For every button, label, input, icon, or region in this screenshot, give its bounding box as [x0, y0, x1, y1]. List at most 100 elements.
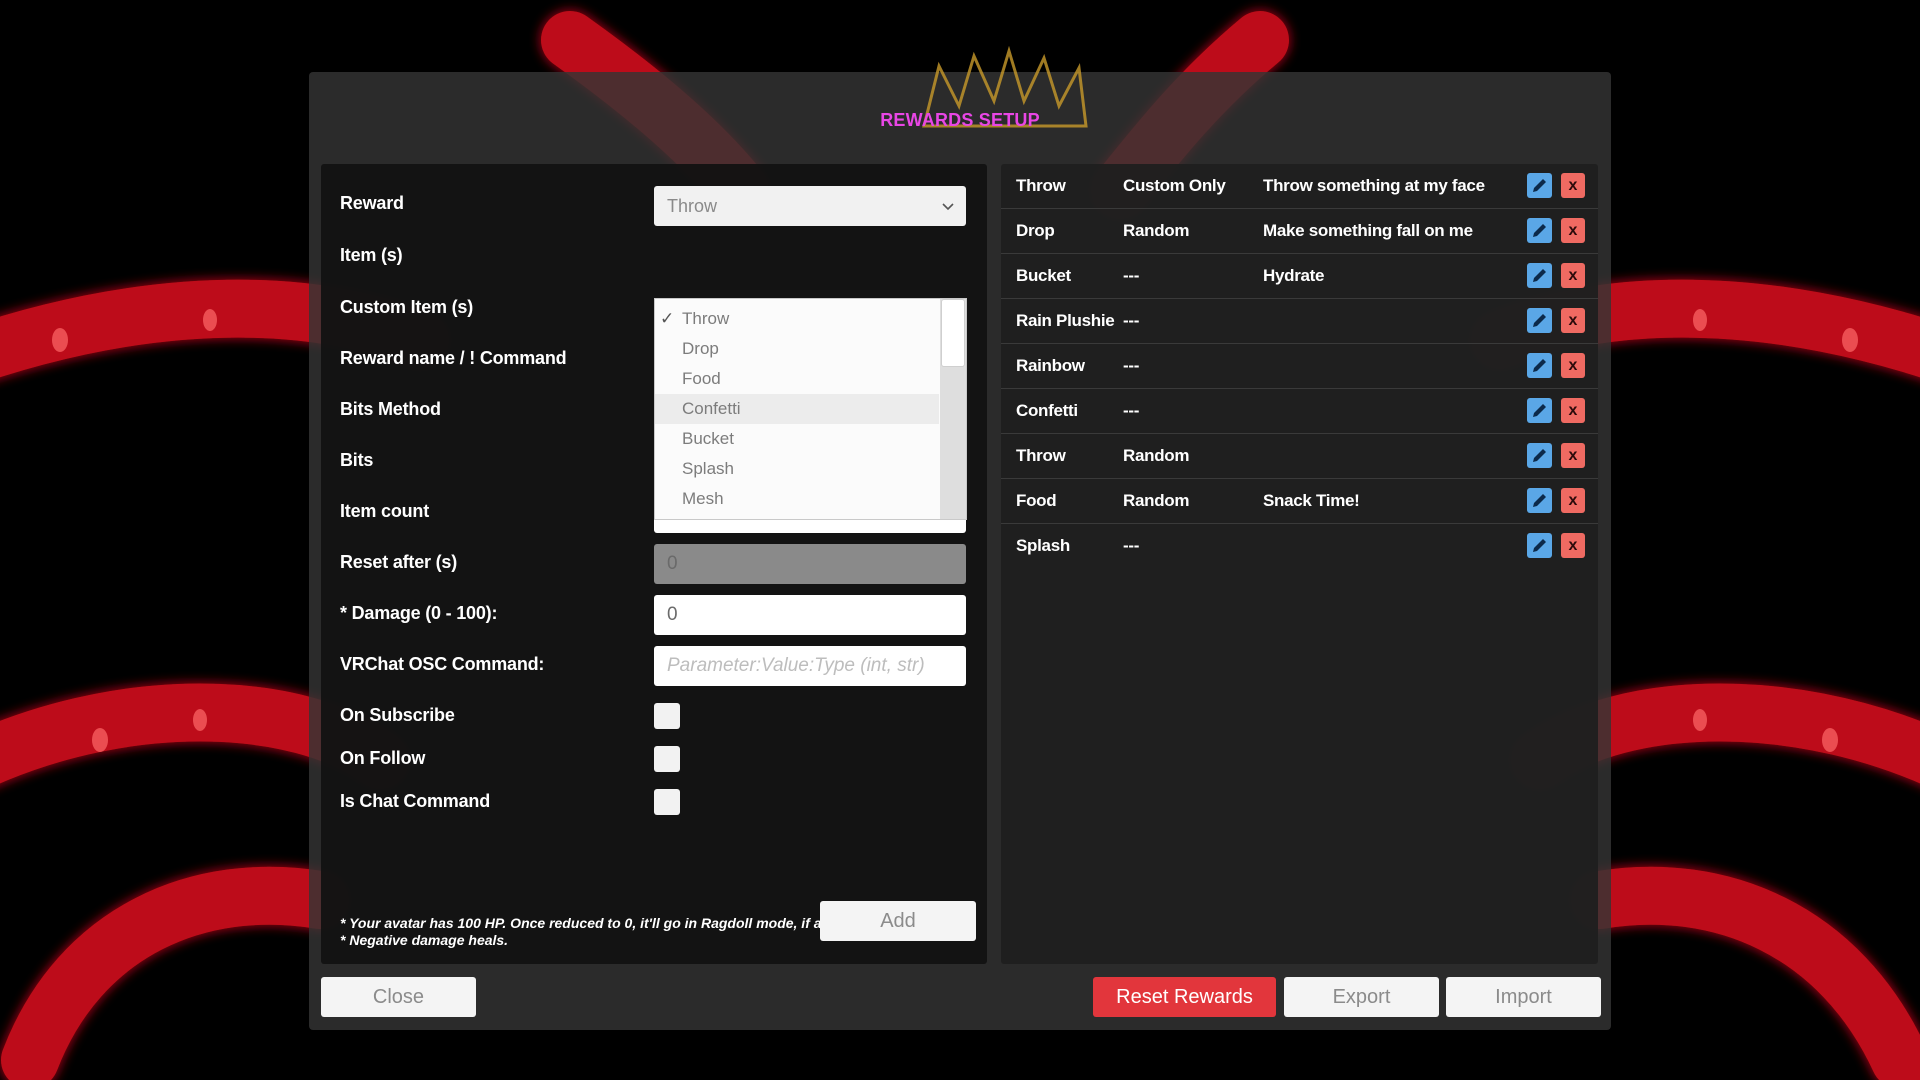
reward-type: Rain Plushie: [1016, 311, 1115, 330]
edit-button[interactable]: [1527, 263, 1552, 288]
reward-name: Hydrate: [1263, 266, 1325, 285]
reward-type: Bucket: [1016, 266, 1071, 285]
dropdown-option-label: Throw: [682, 309, 730, 328]
pencil-icon: [1533, 359, 1546, 372]
reward-select[interactable]: Throw: [654, 186, 966, 226]
add-button[interactable]: Add: [820, 901, 976, 941]
chevron-down-icon: [942, 203, 954, 211]
reset-after-input[interactable]: 0: [654, 544, 966, 584]
reward-type: Food: [1016, 491, 1057, 510]
reward-select-value: Throw: [667, 196, 718, 216]
delete-button[interactable]: x: [1561, 398, 1585, 423]
reward-label: Reward: [340, 193, 404, 213]
close-icon: x: [1568, 222, 1578, 239]
reward-type: Throw: [1016, 446, 1066, 465]
pencil-icon: [1533, 449, 1546, 462]
reward-name: Snack Time!: [1263, 491, 1360, 510]
hp-note-line-2: * Negative damage heals.: [340, 932, 509, 948]
reward-row: Splash --- x: [1001, 524, 1598, 568]
delete-button[interactable]: x: [1561, 533, 1585, 558]
delete-button[interactable]: x: [1561, 308, 1585, 333]
reward-items: Random: [1123, 491, 1190, 510]
osc-command-input[interactable]: Parameter:Value:Type (int, str): [654, 646, 966, 686]
is-chat-command-checkbox[interactable]: [654, 789, 680, 815]
reward-name: Make something fall on me: [1263, 221, 1473, 240]
dropdown-option-splash[interactable]: Splash: [655, 454, 939, 484]
dropdown-option-food[interactable]: Food: [655, 364, 939, 394]
reward-name-label: Reward name / ! Command: [340, 348, 567, 368]
reward-type: Throw: [1016, 176, 1066, 195]
reward-type: Rainbow: [1016, 356, 1085, 375]
dropdown-scrollbar-thumb[interactable]: [941, 299, 965, 367]
damage-input[interactable]: 0: [654, 595, 966, 635]
pencil-icon: [1533, 224, 1546, 237]
edit-button[interactable]: [1527, 308, 1552, 333]
reward-items: Random: [1123, 446, 1190, 465]
item-count-label: Item count: [340, 501, 430, 521]
close-icon: x: [1568, 492, 1578, 509]
reward-row: Drop Random Make something fall on me x: [1001, 209, 1598, 254]
dropdown-option-drop[interactable]: Drop: [655, 334, 939, 364]
edit-button[interactable]: [1527, 533, 1552, 558]
is-chat-command-label: Is Chat Command: [340, 791, 491, 811]
dropdown-option-throw[interactable]: ✓ Throw: [655, 304, 939, 334]
bits-label: Bits: [340, 450, 374, 470]
reset-rewards-button[interactable]: Reset Rewards: [1093, 977, 1276, 1017]
reward-row: Food Random Snack Time! x: [1001, 479, 1598, 524]
edit-button[interactable]: [1527, 398, 1552, 423]
dropdown-option-confetti[interactable]: Confetti: [655, 394, 939, 424]
pencil-icon: [1533, 314, 1546, 327]
delete-button[interactable]: x: [1561, 173, 1585, 198]
reward-name: Throw something at my face: [1263, 176, 1485, 195]
reset-after-label: Reset after (s): [340, 552, 458, 572]
close-icon: x: [1568, 357, 1578, 374]
edit-button[interactable]: [1527, 353, 1552, 378]
close-icon: x: [1568, 177, 1578, 194]
hp-note-line-1: * Your avatar has 100 HP. Once reduced t…: [340, 915, 879, 931]
delete-button[interactable]: x: [1561, 353, 1585, 378]
reward-row: Throw Random x: [1001, 434, 1598, 479]
export-button[interactable]: Export: [1284, 977, 1439, 1017]
dropdown-option-mesh[interactable]: Mesh: [655, 484, 939, 514]
close-button[interactable]: Close: [321, 977, 476, 1017]
pencil-icon: [1533, 179, 1546, 192]
pencil-icon: [1533, 269, 1546, 282]
delete-button[interactable]: x: [1561, 218, 1585, 243]
delete-button[interactable]: x: [1561, 263, 1585, 288]
dropdown-option-label: Bucket: [682, 429, 734, 448]
dropdown-option-label: Splash: [682, 459, 734, 478]
edit-button[interactable]: [1527, 443, 1552, 468]
osc-command-placeholder: Parameter:Value:Type (int, str): [667, 655, 925, 676]
reward-items: ---: [1123, 356, 1140, 375]
reward-items: ---: [1123, 311, 1140, 330]
hp-note: * Your avatar has 100 HP. Once reduced t…: [340, 915, 878, 949]
reward-row: Rain Plushie --- x: [1001, 299, 1598, 344]
edit-button[interactable]: [1527, 173, 1552, 198]
reward-form: Reward Item (s) Custom Item (s) Reward n…: [321, 164, 987, 964]
checkmark-icon: ✓: [660, 309, 675, 328]
on-subscribe-label: On Subscribe: [340, 705, 455, 725]
page-title: REWARDS SETUP: [880, 110, 1040, 130]
edit-button[interactable]: [1527, 488, 1552, 513]
delete-button[interactable]: x: [1561, 488, 1585, 513]
import-button[interactable]: Import: [1446, 977, 1601, 1017]
on-follow-checkbox[interactable]: [654, 746, 680, 772]
close-icon: x: [1568, 312, 1578, 329]
close-icon: x: [1568, 402, 1578, 419]
delete-button[interactable]: x: [1561, 443, 1585, 468]
reward-type: Confetti: [1016, 401, 1078, 420]
dropdown-option-bucket[interactable]: Bucket: [655, 424, 939, 454]
edit-button[interactable]: [1527, 218, 1552, 243]
rewards-list: Throw Custom Only Throw something at my …: [1001, 164, 1598, 964]
close-icon: x: [1568, 267, 1578, 284]
reward-items: ---: [1123, 536, 1140, 555]
reward-type: Splash: [1016, 536, 1070, 555]
on-subscribe-checkbox[interactable]: [654, 703, 680, 729]
reward-row: Bucket --- Hydrate x: [1001, 254, 1598, 299]
reward-items: Random: [1123, 221, 1190, 240]
reward-row: Throw Custom Only Throw something at my …: [1001, 164, 1598, 209]
reward-dropdown-list: ✓ Throw Drop Food Confetti Bucket Splash…: [654, 298, 967, 520]
damage-label: * Damage (0 - 100):: [340, 603, 498, 623]
dropdown-option-label: Mesh: [682, 489, 724, 508]
dropdown-scrollbar[interactable]: [940, 299, 966, 519]
